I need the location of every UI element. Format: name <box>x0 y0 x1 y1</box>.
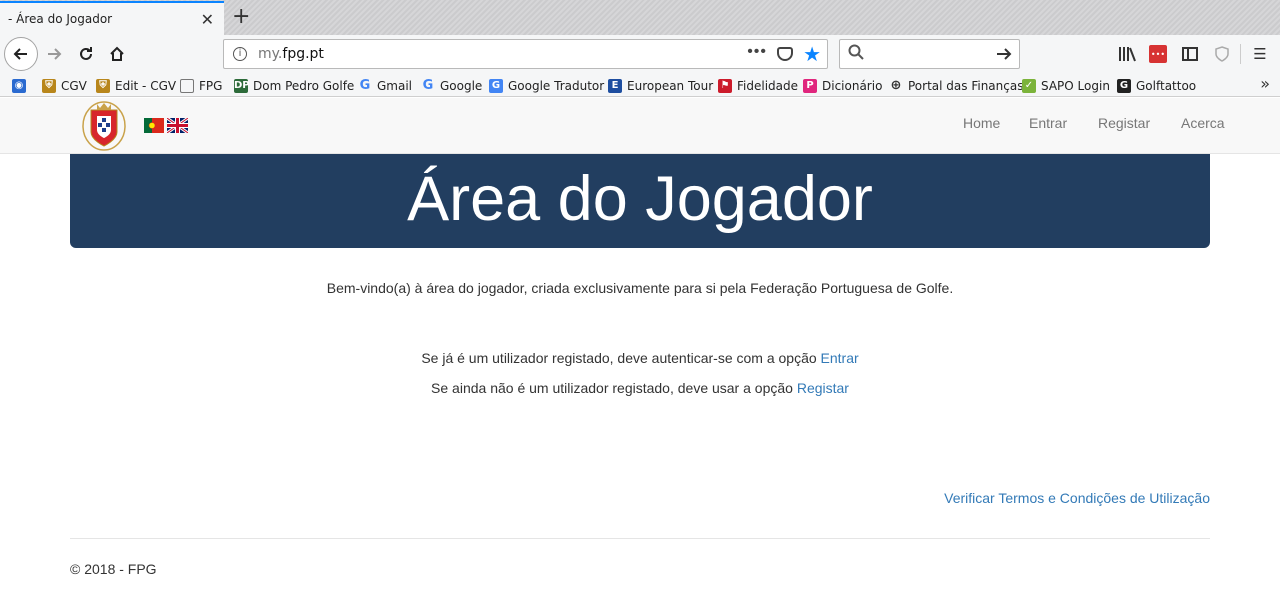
bookmark-label: Google Tradutor <box>508 78 605 93</box>
bookmark-label: Edit - CGV <box>115 78 177 93</box>
back-arrow-icon <box>13 48 27 60</box>
reload-button[interactable] <box>70 38 102 70</box>
library-icon[interactable] <box>1117 44 1137 64</box>
copyright-text: © 2018 - FPG <box>70 561 157 577</box>
home-icon <box>110 46 124 61</box>
bookmarks-overflow-icon[interactable]: » <box>1260 74 1270 93</box>
bookmark-item[interactable]: ⛨ CGV <box>42 77 87 94</box>
bookmark-label: Dicionário <box>822 78 883 93</box>
bookmark-item[interactable]: P Dicionário <box>803 77 882 94</box>
priberam-logo-icon: P <box>803 78 817 93</box>
register-instructions-text: Se ainda não é um utilizador registado, … <box>431 380 797 396</box>
bookmark-star-icon[interactable]: ★ <box>803 42 821 67</box>
bookmark-item[interactable]: ⛨ Edit - CGV <box>96 77 176 94</box>
forward-arrow-icon <box>48 48 62 60</box>
fidelidade-flag-icon: ⚑ <box>718 78 732 93</box>
bookmark-label: SAPO Login <box>1041 78 1110 93</box>
globe-icon: ⊕ <box>890 77 902 93</box>
bookmarks-toolbar: ◉ ⛨ CGV ⛨ Edit - CGV FPG DP Dom Pedro Golfe G Gma… <box>0 73 1280 97</box>
toolbar-separator <box>1240 44 1241 64</box>
hamburger-menu-icon[interactable]: ☰ <box>1250 44 1270 64</box>
nav-acerca-link[interactable]: Acerca <box>1181 115 1225 131</box>
home-button[interactable] <box>101 38 133 70</box>
tab-strip: - Área do Jogador ✕ + <box>0 0 1280 35</box>
bookmark-label: Fidelidade <box>737 78 799 93</box>
nav-entrar-link[interactable]: Entrar <box>1029 115 1067 131</box>
bookmark-label: Portal das Finanças <box>908 78 1024 93</box>
entrar-link[interactable]: Entrar <box>821 350 859 366</box>
bookmark-label: Golftattoo <box>1136 78 1197 93</box>
firefox-logo-icon: ◉ <box>12 78 26 93</box>
golftattoo-g-icon: G <box>1117 78 1131 93</box>
login-instructions: Se já é um utilizador registado, deve au… <box>0 350 1280 366</box>
bookmark-item[interactable]: G Google <box>421 77 483 94</box>
page-title: Área do Jogador <box>407 164 873 234</box>
google-g-icon: G <box>422 77 434 93</box>
terms-link[interactable]: Verificar Termos e Condições de Utilizaç… <box>944 490 1210 506</box>
bookmark-item[interactable]: FPG <box>180 77 222 94</box>
hero-banner: Área do Jogador <box>70 154 1210 248</box>
fpg-crest-logo[interactable] <box>81 98 127 152</box>
dom-pedro-logo-icon: DP <box>234 78 250 93</box>
bookmark-item[interactable]: ⊕ Portal das Finanças <box>889 77 1024 94</box>
search-icon <box>848 44 864 60</box>
uk-flag-icon[interactable] <box>167 118 188 133</box>
bookmark-item[interactable]: ✓ SAPO Login <box>1022 77 1110 94</box>
bookmark-item[interactable]: E European Tour <box>608 77 713 94</box>
register-instructions: Se ainda não é um utilizador registado, … <box>0 380 1280 396</box>
nav-registar-link[interactable]: Registar <box>1098 115 1150 131</box>
browser-tab[interactable]: - Área do Jogador ✕ <box>0 1 224 35</box>
bookmark-item[interactable]: ◉ <box>12 77 31 94</box>
search-go-icon[interactable] <box>995 45 1013 63</box>
bookmark-label: Gmail <box>377 78 413 93</box>
navigation-toolbar: i my.fpg.pt ••• ★ ••• ☰ <box>0 35 1280 73</box>
back-button[interactable] <box>4 37 38 71</box>
pocket-icon[interactable] <box>777 47 793 61</box>
folder-icon <box>180 78 194 93</box>
welcome-text: Bem-vindo(a) à área do jogador, criada e… <box>326 280 954 296</box>
google-g-icon: G <box>359 77 371 93</box>
nav-home-link[interactable]: Home <box>963 115 1000 131</box>
cgv-shield-icon: ⛨ <box>96 78 110 93</box>
sapo-logo-icon: ✓ <box>1022 78 1036 93</box>
translate-icon: G <box>489 78 503 93</box>
bookmark-item[interactable]: G Google Tradutor <box>489 77 604 94</box>
bookmark-item[interactable]: DP Dom Pedro Golfe <box>234 77 354 94</box>
bookmark-label: European Tour <box>627 78 714 93</box>
new-tab-button[interactable]: + <box>232 4 250 29</box>
reload-icon <box>80 47 92 60</box>
bookmark-label: Dom Pedro Golfe <box>253 78 355 93</box>
site-info-icon[interactable]: i <box>233 47 247 61</box>
portuguese-flag-icon[interactable] <box>144 118 164 133</box>
sidebar-icon[interactable] <box>1180 44 1200 64</box>
shield-icon[interactable] <box>1212 44 1232 64</box>
cgv-shield-icon: ⛨ <box>42 78 56 93</box>
page-actions-icon[interactable]: ••• <box>747 43 767 61</box>
footer-divider <box>70 538 1210 539</box>
bookmark-label: CGV <box>61 78 87 93</box>
search-bar[interactable] <box>839 39 1020 69</box>
bookmark-item[interactable]: ⚑ Fidelidade <box>718 77 798 94</box>
bookmark-label: Google <box>440 78 483 93</box>
tab-close-icon[interactable]: ✕ <box>201 10 214 29</box>
forward-button[interactable] <box>38 38 70 70</box>
login-instructions-text: Se já é um utilizador registado, deve au… <box>421 350 821 366</box>
site-navbar: Home Entrar Registar Acerca <box>0 98 1280 154</box>
registar-link[interactable]: Registar <box>797 380 849 396</box>
european-tour-logo-icon: E <box>608 78 622 93</box>
bookmark-item[interactable]: G Golftattoo <box>1117 77 1196 94</box>
address-bar[interactable]: i my.fpg.pt ••• ★ <box>223 39 828 69</box>
url-text[interactable]: my.fpg.pt <box>258 46 324 62</box>
extension-red-icon[interactable]: ••• <box>1149 45 1167 63</box>
tab-title: - Área do Jogador <box>8 12 113 26</box>
bookmark-item[interactable]: G Gmail <box>358 77 412 94</box>
bookmark-label: FPG <box>199 78 223 93</box>
